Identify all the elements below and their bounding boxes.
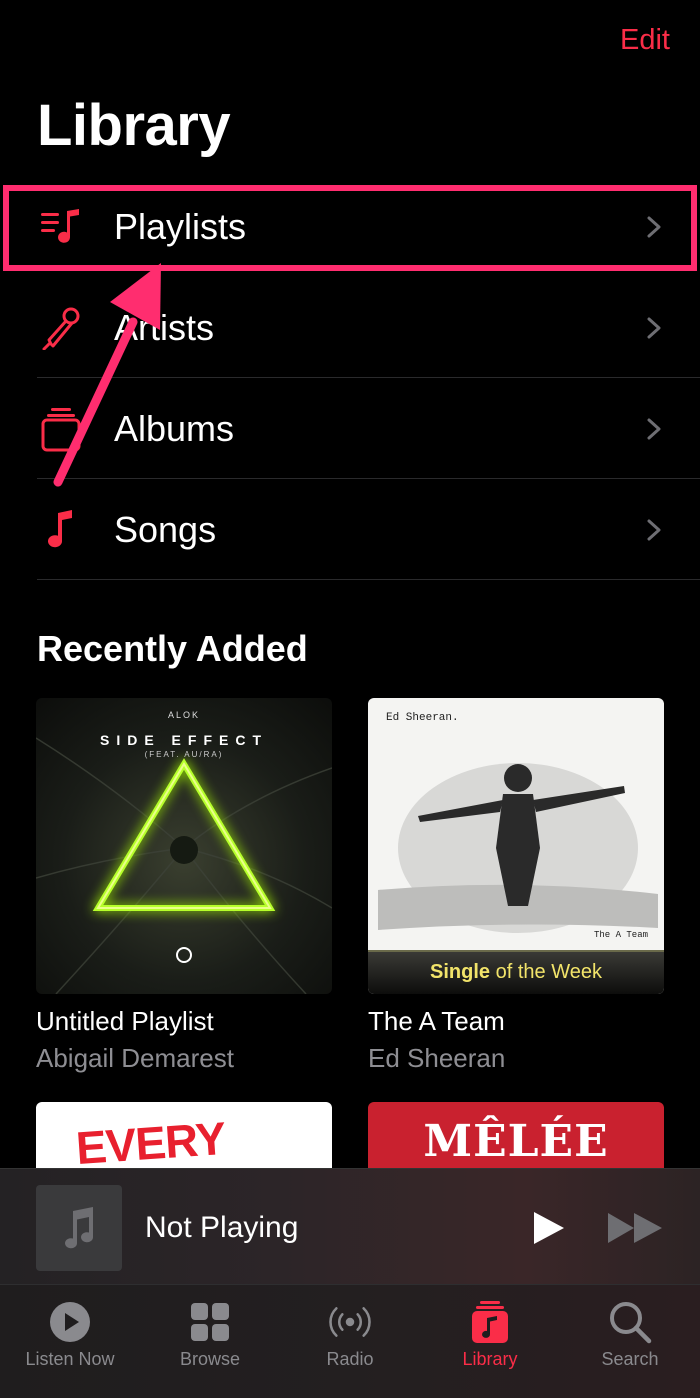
chevron-right-icon — [647, 418, 661, 439]
cover-title-text: The A Team — [593, 930, 648, 940]
nav-row-artists[interactable]: Artists — [0, 277, 700, 378]
card-subtitle: Ed Sheeran — [368, 1043, 506, 1073]
tab-label: Radio — [326, 1349, 374, 1369]
album-stack-icon — [37, 405, 85, 453]
page-title: Library — [37, 93, 231, 158]
music-note-icon — [65, 1207, 94, 1249]
music-note-icon — [37, 506, 85, 554]
play-circle-icon — [47, 1299, 93, 1345]
fast-forward-button[interactable] — [606, 1209, 664, 1247]
card-title: The A Team — [368, 1006, 505, 1036]
nav-label-songs: Songs — [114, 508, 217, 550]
tab-bar: Listen Now Browse Radio Library Search — [0, 1284, 700, 1398]
cover-art-text: MÊLÉE — [423, 1116, 609, 1167]
tab-browse[interactable]: Browse — [140, 1285, 280, 1398]
card-subtitle: Abigail Demarest — [36, 1043, 234, 1073]
nav-row-songs[interactable]: Songs — [0, 479, 700, 580]
tab-radio[interactable]: Radio — [280, 1285, 420, 1398]
radio-waves-icon — [327, 1299, 373, 1345]
nav-row-playlists[interactable]: Playlists — [0, 176, 700, 277]
microphone-icon — [37, 304, 85, 352]
grid-icon — [187, 1299, 233, 1345]
playlists-icon — [37, 203, 85, 251]
library-nav-list: Playlists Artists Albums Songs — [0, 176, 700, 580]
tab-label: Search — [601, 1349, 659, 1369]
cover-title-text: SIDE EFFECT — [99, 732, 268, 748]
chevron-right-icon — [647, 317, 661, 338]
highlight-box — [3, 185, 697, 271]
tab-label: Listen Now — [25, 1349, 115, 1369]
divider — [37, 579, 700, 580]
nav-label-albums: Albums — [114, 407, 235, 449]
album-card[interactable]: Ed Sheeran. The A Team Single of the Wee… — [368, 698, 664, 1074]
nav-label-artists: Artists — [114, 306, 215, 348]
library-icon — [467, 1299, 513, 1345]
cover-feat-text: (FEAT. AU/RA) — [144, 750, 224, 759]
chevron-right-icon — [647, 519, 661, 540]
nav-row-albums[interactable]: Albums — [0, 378, 700, 479]
play-button[interactable] — [528, 1209, 568, 1247]
edit-button[interactable]: Edit — [620, 24, 670, 57]
card-title: Untitled Playlist — [36, 1006, 214, 1036]
magnifier-icon — [607, 1299, 653, 1345]
tab-label: Library — [462, 1349, 518, 1369]
album-card[interactable]: ALOK SIDE EFFECT (FEAT. AU/RA) Untitled … — [36, 698, 332, 1074]
section-title-recently-added: Recently Added — [37, 628, 308, 669]
cover-artist-text: ALOK — [167, 710, 200, 720]
tab-label: Browse — [179, 1349, 241, 1369]
mini-player-title: Not Playing — [145, 1211, 299, 1244]
cover-artist-text: Ed Sheeran. — [386, 712, 459, 724]
mini-player[interactable]: Not Playing — [0, 1168, 700, 1284]
cover-art-text: EVERY — [74, 1111, 227, 1175]
album-cover: Ed Sheeran. The A Team Single of the Wee… — [368, 698, 664, 994]
album-cover: ALOK SIDE EFFECT (FEAT. AU/RA) — [36, 698, 332, 994]
tab-search[interactable]: Search — [560, 1285, 700, 1398]
mini-player-artwork — [36, 1185, 122, 1271]
tab-library[interactable]: Library — [420, 1285, 560, 1398]
single-of-week-label: Single of the Week — [430, 961, 602, 983]
tab-listen-now[interactable]: Listen Now — [0, 1285, 140, 1398]
chevron-right-icon — [647, 216, 661, 237]
nav-label-playlists: Playlists — [114, 205, 247, 247]
